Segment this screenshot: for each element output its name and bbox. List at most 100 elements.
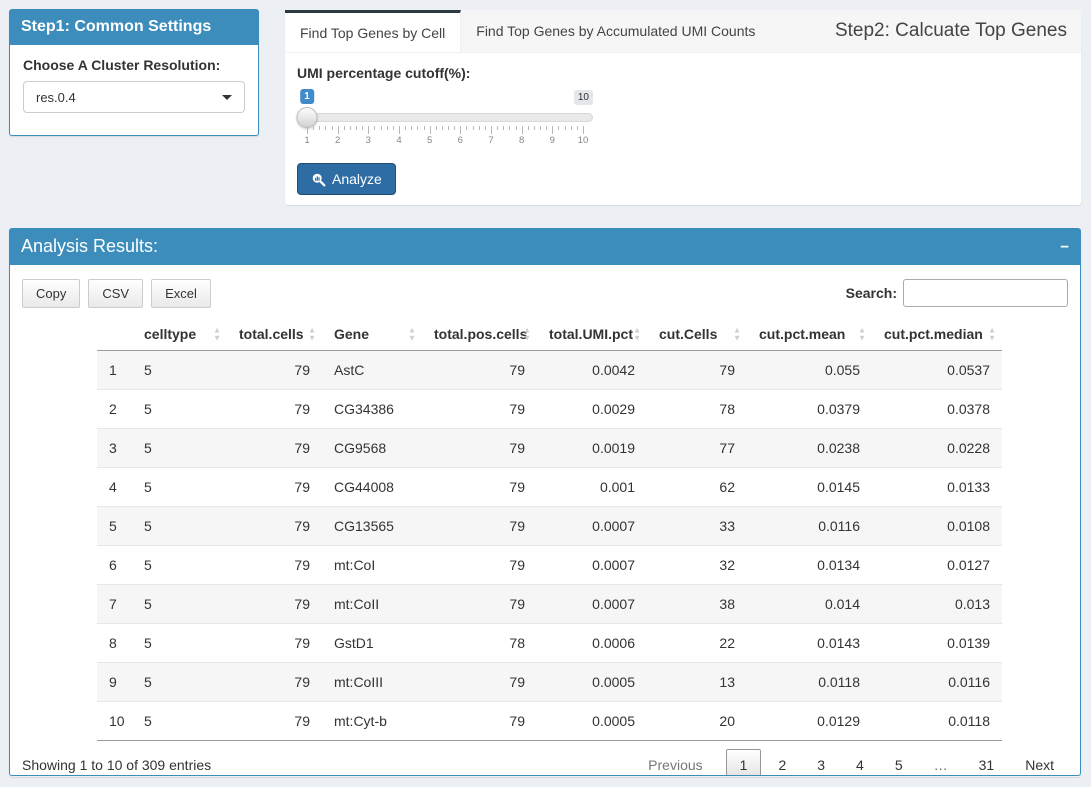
column-header-Gene[interactable]: Gene ▲▼ (322, 318, 422, 351)
slider-tick-minor (424, 126, 425, 130)
tab-find-top-genes-by-accumulated-umi-counts[interactable]: Find Top Genes by Accumulated UMI Counts (461, 10, 770, 52)
table-cell: 0.0116 (747, 507, 872, 546)
table-cell: 0.013 (872, 585, 1002, 624)
slider-max-badge: 10 (574, 90, 593, 105)
step2-title: Step2: Calcuate Top Genes (835, 20, 1081, 42)
pagination-page-3[interactable]: 3 (803, 749, 839, 776)
table-cell: 0.0537 (872, 351, 1002, 390)
pagination-page-2[interactable]: 2 (764, 749, 800, 776)
table-cell: 20 (647, 702, 747, 741)
slider-tick-label: 10 (578, 135, 589, 146)
column-header-label: celltype (144, 326, 196, 342)
table-cell: 79 (227, 507, 322, 546)
table-cell: 5 (132, 468, 227, 507)
slider-tick-label: 4 (396, 135, 401, 146)
column-header-cut.Cells[interactable]: cut.Cells▲▼ (647, 318, 747, 351)
table-cell: AstC (322, 351, 422, 390)
search-input[interactable] (903, 279, 1068, 307)
analysis-results-body: Copy CSV Excel Search: celltype▲▼total.c… (9, 265, 1081, 776)
column-header-label: Gene (334, 326, 369, 342)
slider-tick-minor (387, 126, 388, 130)
slider-tick-label: 3 (366, 135, 371, 146)
sort-icon: ▲▼ (858, 326, 866, 341)
slider-tick-label: 7 (488, 135, 493, 146)
slider-tick-minor (485, 126, 486, 130)
slider-tick-minor (528, 126, 529, 130)
sort-icon: ▲▼ (308, 326, 316, 341)
results-table: celltype▲▼total.cells▲▼Gene▲▼total.pos.c… (97, 318, 1002, 741)
column-header-label: cut.pct.mean (759, 326, 845, 342)
slider-tick (430, 126, 431, 134)
slider-tick-minor (571, 126, 572, 130)
pagination: Previous 12345…31 Next (631, 749, 1068, 776)
table-cell: 0.0133 (872, 468, 1002, 507)
excel-button[interactable]: Excel (151, 279, 211, 308)
table-head: celltype▲▼total.cells▲▼Gene▲▼total.pos.c… (97, 318, 1002, 351)
slider-tick-minor (454, 126, 455, 130)
collapse-button[interactable]: − (1060, 239, 1069, 254)
pagination-ellipsis: … (920, 749, 962, 776)
slider-tick (583, 126, 584, 134)
column-header-cut.pct.median[interactable]: cut.pct.median▲▼ (872, 318, 1002, 351)
column-header-total.pos.cells[interactable]: total.pos.cells▲▼ (422, 318, 537, 351)
pagination-page-5[interactable]: 5 (881, 749, 917, 776)
column-header-rownames[interactable] (97, 318, 132, 351)
table-cell: 79 (647, 351, 747, 390)
tab-label: Find Top Genes by Accumulated UMI Counts (476, 23, 755, 39)
cluster-resolution-select[interactable]: res.0.4 (23, 81, 245, 113)
table-cell: 0.0007 (537, 507, 647, 546)
table-cell: 0.0118 (747, 663, 872, 702)
table-cell: 0.0005 (537, 663, 647, 702)
pagination-page-4[interactable]: 4 (842, 749, 878, 776)
pagination-page-31[interactable]: 31 (965, 749, 1009, 776)
column-header-total.cells[interactable]: total.cells ▲▼ (227, 318, 322, 351)
csv-button[interactable]: CSV (88, 279, 143, 308)
table-cell: 0.0007 (537, 585, 647, 624)
slider-tick-minor (325, 126, 326, 130)
tab-find-top-genes-by-cell[interactable]: Find Top Genes by Cell (285, 10, 461, 52)
table-cell: 79 (227, 546, 322, 585)
table-cell: 79 (227, 624, 322, 663)
pagination-previous[interactable]: Previous (634, 749, 716, 776)
slider-tick-minor (436, 126, 437, 130)
column-header-label: total.cells (239, 326, 304, 342)
column-header-cut.pct.mean[interactable]: cut.pct.mean ▲▼ (747, 318, 872, 351)
column-header-total.UMI.pct[interactable]: total.UMI.pct▲▼ (537, 318, 647, 351)
pagination-next[interactable]: Next (1011, 749, 1068, 776)
column-header-label: total.UMI.pct (549, 326, 633, 342)
analyze-button[interactable]: Analyze (297, 163, 396, 195)
slider-tick-minor (540, 126, 541, 130)
table-row: 5579CG13565790.0007330.01160.0108 (97, 507, 1002, 546)
slider-handle[interactable] (297, 107, 318, 128)
sort-icon: ▲▼ (408, 326, 416, 341)
slider-tick-minor (497, 126, 498, 130)
table-row: 1579AstC790.0042790.0550.0537 (97, 351, 1002, 390)
slider-tick-minor (534, 126, 535, 130)
pagination-pages: 12345…31 (723, 749, 1009, 776)
table-cell: 79 (422, 390, 537, 429)
table-cell: 5 (132, 351, 227, 390)
copy-button[interactable]: Copy (22, 279, 80, 308)
table-cell: 0.0127 (872, 546, 1002, 585)
slider-tick-minor (350, 126, 351, 130)
slider-tick-minor (381, 126, 382, 130)
tab-label: Find Top Genes by Cell (300, 25, 445, 41)
column-header-celltype[interactable]: celltype▲▼ (132, 318, 227, 351)
table-cell: 10 (97, 702, 132, 741)
table-cell: 79 (422, 429, 537, 468)
slider-track[interactable] (297, 113, 593, 122)
table-cell: 1 (97, 351, 132, 390)
table-cell: 0.0019 (537, 429, 647, 468)
slider-tick-label: 5 (427, 135, 432, 146)
datatable-footer: Showing 1 to 10 of 309 entries Previous … (22, 749, 1068, 776)
pagination-page-1[interactable]: 1 (726, 749, 762, 776)
analysis-results-title: Analysis Results: (21, 236, 158, 256)
step1-panel-body: Choose A Cluster Resolution: res.0.4 (9, 45, 259, 136)
table-cell: 22 (647, 624, 747, 663)
umi-cutoff-slider[interactable]: 1 10 12345678910 (297, 89, 593, 147)
table-cell: 5 (132, 507, 227, 546)
table-row: 6579mt:CoI790.0007320.01340.0127 (97, 546, 1002, 585)
table-cell: mt:CoIII (322, 663, 422, 702)
chevron-down-icon (222, 95, 232, 100)
table-cell: 33 (647, 507, 747, 546)
